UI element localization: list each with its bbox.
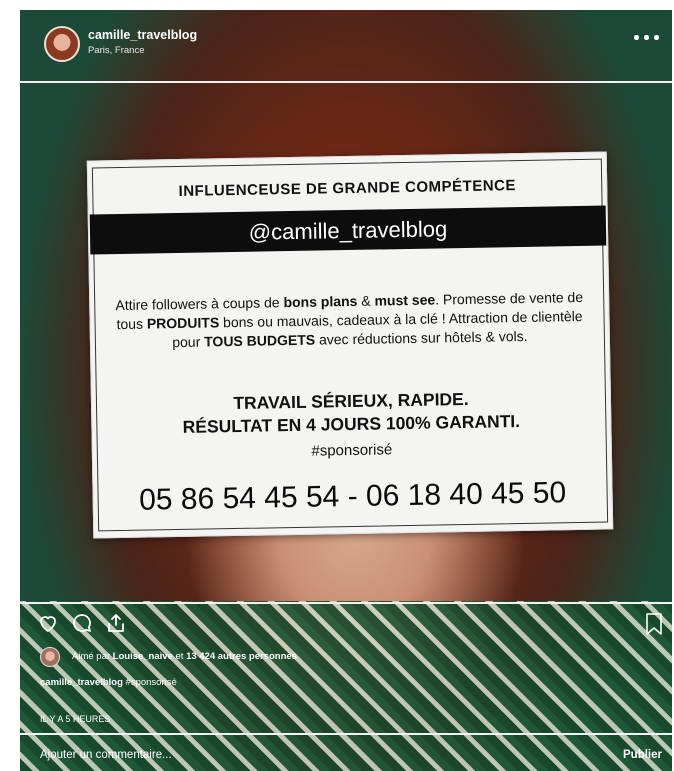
avatar[interactable] [44, 26, 80, 62]
post-timestamp: IL Y A 5 HEURES [40, 714, 111, 724]
comment-divider [20, 733, 672, 735]
post-username[interactable]: camille_travelblog [88, 28, 197, 42]
notice-handle-band: @camille_travelblog [89, 205, 607, 255]
actions-divider [20, 602, 672, 604]
notice-hashtag: #sponsorisé [311, 441, 393, 460]
likes-count[interactable]: 13 424 autres personnes [186, 651, 297, 662]
liker-username[interactable]: Louise_naive [113, 651, 173, 662]
liker-avatar[interactable] [40, 647, 60, 667]
caption-text[interactable]: #sponsorisé [123, 677, 177, 688]
notice-claim: TRAVAIL SÉRIEUX, RAPIDE. RÉSULTAT EN 4 J… [97, 386, 606, 441]
comment-input[interactable]: Ajouter un commentaire... [40, 749, 172, 761]
publish-button[interactable]: Publier [623, 749, 662, 761]
more-dots-icon[interactable] [632, 26, 662, 46]
heart-icon[interactable] [36, 611, 60, 635]
comment-icon[interactable] [70, 611, 94, 635]
post-location[interactable]: Paris, France [88, 45, 145, 56]
notice-border: INFLUENCEUSE DE GRANDE COMPÉTENCE @camil… [89, 158, 609, 532]
caption: camille_travelblog #sponsorisé [40, 677, 177, 688]
post-header: camille_travelblog Paris, France [20, 10, 672, 80]
paper-notice: INFLUENCEUSE DE GRANDE COMPÉTENCE @camil… [86, 151, 614, 539]
bookmark-icon[interactable] [644, 612, 664, 636]
post-image: camille_travelblog Paris, France INFLUEN… [20, 10, 672, 771]
share-icon[interactable] [104, 611, 128, 635]
header-divider [20, 81, 672, 83]
notice-description: Attire followers à coups de bons plans &… [115, 288, 584, 351]
notice-heading: INFLUENCEUSE DE GRANDE COMPÉTENCE [178, 177, 517, 200]
notice-phone-numbers: 05 86 54 45 54 - 06 18 40 45 50 [138, 476, 567, 517]
likes-summary[interactable]: Aimé par Louise_naive et 13 424 autres p… [72, 651, 297, 662]
caption-username[interactable]: camille_travelblog [40, 677, 123, 688]
notice-handle: @camille_travelblog [248, 216, 448, 245]
